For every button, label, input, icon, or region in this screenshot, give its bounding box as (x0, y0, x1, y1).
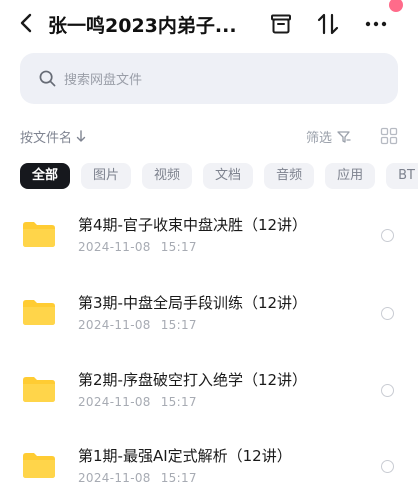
sort-by-name-button[interactable]: 按文件名 (20, 127, 86, 146)
file-name: 第2期-序盘破空打入绝学（12讲） (78, 371, 308, 389)
sort-button[interactable] (314, 10, 342, 38)
time-text: 15:17 (160, 240, 197, 254)
category-tabs: 全部 图片 视频 文档 音频 应用 BT (20, 163, 418, 191)
folder-icon (23, 300, 55, 325)
sort-label: 按文件名 (20, 131, 73, 146)
file-date: 2024-11-08 15:17 (78, 471, 197, 485)
tab-apps[interactable]: 应用 (325, 163, 376, 189)
filter-label: 筛选 (306, 131, 333, 146)
select-radio[interactable] (381, 229, 394, 242)
sort-arrows-icon (317, 13, 339, 35)
archive-button[interactable] (267, 10, 295, 38)
select-radio[interactable] (381, 460, 394, 473)
file-name: 第4期-官子收束中盘决胜（12讲） (78, 216, 308, 234)
top-bar: 张一鸣2023内弟子... (0, 0, 418, 48)
date-text: 2024-11-08 (78, 395, 151, 409)
list-item[interactable]: 第3期-中盘全局手段训练（12讲） 2024-11-08 15:17 (0, 278, 418, 356)
notification-badge (389, 0, 403, 12)
filter-button[interactable]: 筛选 (306, 127, 351, 146)
tab-videos[interactable]: 视频 (142, 163, 193, 189)
search-icon (39, 70, 56, 87)
back-button[interactable] (14, 10, 38, 36)
time-text: 15:17 (160, 395, 197, 409)
file-name: 第3期-中盘全局手段训练（12讲） (78, 294, 308, 312)
grid-view-icon (380, 127, 398, 145)
date-text: 2024-11-08 (78, 318, 151, 332)
more-button[interactable] (362, 10, 390, 38)
date-text: 2024-11-08 (78, 471, 151, 485)
more-dots-icon (365, 21, 387, 27)
folder-icon (23, 377, 55, 402)
file-date: 2024-11-08 15:17 (78, 318, 197, 332)
date-text: 2024-11-08 (78, 240, 151, 254)
tab-all[interactable]: 全部 (20, 163, 71, 189)
filter-funnel-icon (337, 130, 351, 143)
tab-images[interactable]: 图片 (81, 163, 132, 189)
folder-icon (23, 453, 55, 478)
list-item[interactable]: 第1期-最强AI定式解析（12讲） 2024-11-08 15:17 (0, 431, 418, 500)
tab-documents[interactable]: 文档 (203, 163, 254, 189)
tab-audio[interactable]: 音频 (264, 163, 315, 189)
file-name: 第1期-最强AI定式解析（12讲） (78, 447, 292, 465)
time-text: 15:17 (160, 318, 197, 332)
file-date: 2024-11-08 15:17 (78, 395, 197, 409)
time-text: 15:17 (160, 471, 197, 485)
page-title: 张一鸣2023内弟子... (48, 15, 237, 37)
search-input[interactable]: 搜索网盘文件 (20, 53, 398, 104)
archive-box-icon (271, 14, 291, 34)
search-placeholder: 搜索网盘文件 (64, 73, 143, 88)
select-radio[interactable] (381, 384, 394, 397)
list-item[interactable]: 第2期-序盘破空打入绝学（12讲） 2024-11-08 15:17 (0, 355, 418, 433)
grid-view-button[interactable] (380, 127, 398, 145)
folder-icon (23, 222, 55, 247)
tab-bt[interactable]: BT (386, 163, 418, 189)
file-date: 2024-11-08 15:17 (78, 240, 197, 254)
select-radio[interactable] (381, 307, 394, 320)
arrow-down-icon (76, 130, 86, 142)
sort-filter-bar: 按文件名 筛选 (20, 126, 400, 148)
chevron-left-icon (20, 13, 32, 33)
list-item[interactable]: 第4期-官子收束中盘决胜（12讲） 2024-11-08 15:17 (0, 200, 418, 278)
